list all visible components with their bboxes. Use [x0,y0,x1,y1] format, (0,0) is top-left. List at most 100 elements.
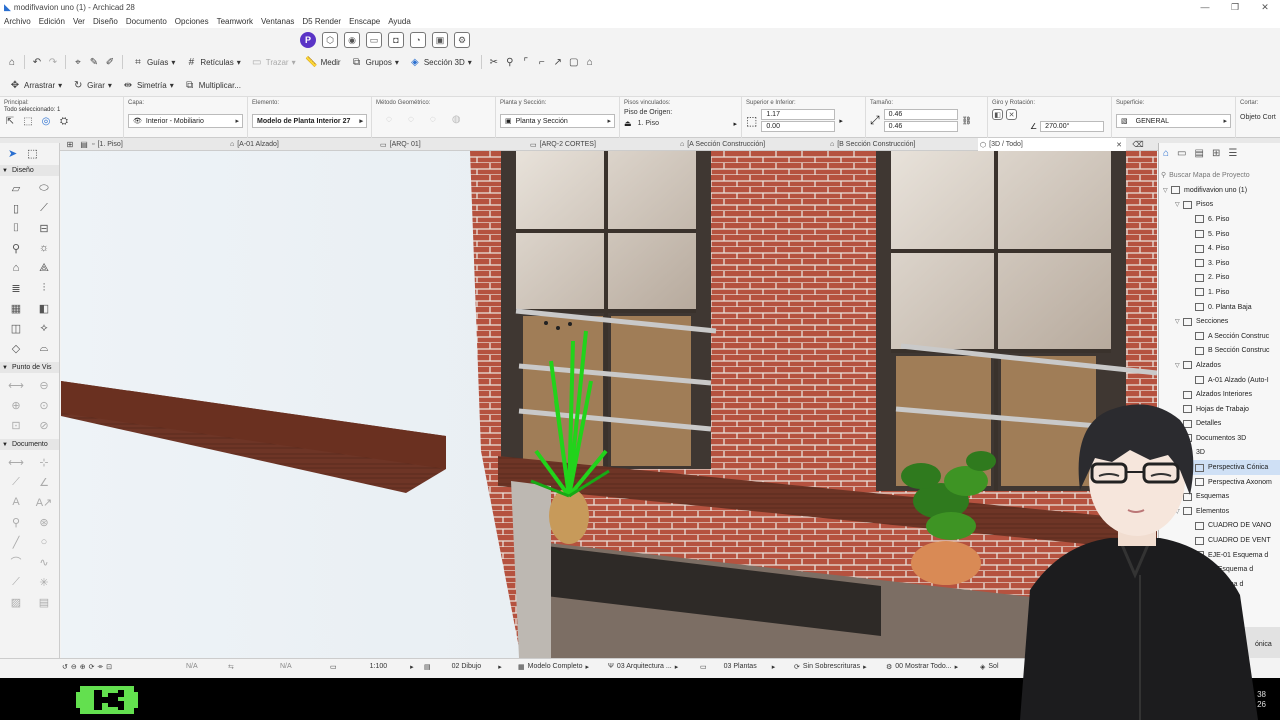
fit-window-icon[interactable]: ⊡ [106,663,112,671]
project-map-item[interactable]: 1. Piso [1159,285,1280,300]
layer-dropdown[interactable]: 👁 Interior - Mobiliario ▸ [128,114,243,128]
level-dimension-tool-icon[interactable]: ⊹ [30,454,58,470]
plan-section-dropdown[interactable]: ▣ Planta y Sección ▸ [500,114,615,128]
fill-tool-icon[interactable]: ⊛ [30,514,58,530]
gauge-icon[interactable]: ◔ [410,32,426,48]
project-map-icon[interactable]: ⌂ [1163,148,1169,159]
detail-tool-icon[interactable]: ⊡ [2,417,30,433]
mesh-tool-icon[interactable]: ◫ [2,320,30,336]
adjust-icon[interactable]: ▢ [568,56,580,68]
section-3d-button[interactable]: ◈ Sección 3D ▾ [406,54,475,70]
tab-b-seccion[interactable]: ⌂ [B Sección Construcción] [828,138,974,151]
lamp-tool-icon[interactable]: ☼ [30,240,58,256]
project-map-item[interactable]: 0. Planta Baja [1159,300,1280,315]
camera-icon[interactable]: ◘ [388,32,404,48]
mirror-button[interactable]: ⇹ Simetría ▾ [119,77,177,93]
expand-triangle-icon[interactable]: ▽ [1175,362,1183,369]
menu-ayuda[interactable]: Ayuda [388,17,411,26]
menu-teamwork[interactable]: Teamwork [217,17,253,26]
layout-book-icon[interactable]: ▤ [1195,148,1204,159]
rotate-button[interactable]: ↻ Girar ▾ [69,77,115,93]
cut-value[interactable]: Objeto Cort [1240,114,1276,121]
section-documento[interactable]: ▼ Documento [0,439,59,450]
top-input[interactable]: 1.17 [761,109,836,120]
tab-arq2-cortes[interactable]: ▭ [ARQ-2 CORTES] [528,138,674,151]
project-map-item[interactable]: A-01 Alzado (Auto-I [1159,373,1280,388]
section-punto-de-vista[interactable]: ▼ Punto de Vis [0,362,59,373]
roof-tool-icon[interactable]: ⌂ [2,260,30,276]
skylight-tool-icon[interactable]: ◇ [2,340,30,356]
3d-viewport[interactable] [61,151,1157,658]
elevation-tool-icon[interactable]: ⊖ [30,377,58,393]
menu-ventanas[interactable]: Ventanas [261,17,294,26]
dimension-control[interactable]: ▭ 03 Plantas ▸ [700,659,775,675]
project-map-search[interactable]: ⚲ Buscar Mapa de Proyecto [1161,169,1278,181]
expand-triangle-icon[interactable]: ▽ [1175,201,1183,208]
record-icon[interactable]: ◉ [344,32,360,48]
selection-arrow-icon[interactable]: ⇱ [4,115,16,127]
tab-overview-icon[interactable]: ⊞ [64,138,76,150]
text-tool-icon[interactable]: A [2,494,30,510]
change-tool-icon[interactable]: ⊘ [30,417,58,433]
fillet-icon[interactable]: ⌐ [536,56,548,68]
arrow-tool-icon[interactable]: ➤ [8,147,17,160]
tab-a-seccion[interactable]: ⌂ [A Sección Construcción] [678,138,824,151]
find-select-icon[interactable]: ⌖ [72,56,84,68]
gear-icon[interactable]: ⚙ [454,32,470,48]
project-map-item[interactable]: A Sección Construc [1159,329,1280,344]
cube-icon[interactable]: ⬡ [322,32,338,48]
box-icon[interactable]: ▣ [432,32,448,48]
view-map-icon[interactable]: ▭ [1177,148,1186,159]
guides-button[interactable]: ⌗ Guías ▾ [129,54,178,70]
marquee-tool-icon[interactable]: ⬚ [27,147,37,160]
polyline-tool-icon[interactable]: ⟋ [2,574,30,590]
pen-set-control[interactable]: ▤ 02 Dibujo ▸ [424,659,502,675]
dimension-tool-icon[interactable]: ⟷ [2,454,30,470]
circle-tool-icon[interactable]: ○ [30,534,58,550]
project-map-item[interactable]: 3. Piso [1159,256,1280,271]
video-icon[interactable]: ▭ [366,32,382,48]
zone-tool-icon[interactable]: ◧ [30,300,58,316]
magic-wand-icon[interactable]: ⚲ [504,56,516,68]
menu-ver[interactable]: Ver [73,17,85,26]
explore-icon[interactable]: ⌯ [98,663,104,671]
section-tool-icon[interactable]: ⟷ [2,377,30,393]
groups-button[interactable]: ⧉ Grupos ▾ [348,54,402,70]
section-diseno[interactable]: ▼ Diseño [0,165,59,176]
geometry-c-icon[interactable]: ◌ [430,114,436,125]
column-tool-icon[interactable]: ▯ [2,200,30,216]
tab-a01-alzado[interactable]: ⌂ [A-01 Alzado] [228,138,374,151]
figure-tool-icon[interactable]: ▨ [2,594,30,610]
tab-1-piso[interactable]: ▫ [1. Piso] [90,138,226,151]
object-settings-icon[interactable]: ⛭ [58,115,70,127]
tab-3d-todo[interactable]: ⬡ [3D / Todo] ✕ [978,138,1126,151]
label-tool-icon[interactable]: A↗ [30,494,58,510]
undo-icon[interactable]: ↶ [31,56,43,68]
door-tool-icon[interactable]: ⌷ [2,220,30,236]
radial-dimension-tool-icon[interactable]: ⟋ [2,474,30,490]
offset-icon[interactable]: ↗ [552,56,564,68]
drawing-tool-icon[interactable]: ▤ [30,594,58,610]
size-a-input[interactable]: 0.46 [883,109,958,120]
railing-tool-icon[interactable]: ⫶ [30,280,58,296]
project-map-item[interactable]: ▽ modifivavion uno (1) [1159,183,1280,198]
rotation-input[interactable]: 270.00° [1040,121,1105,132]
override-control[interactable]: ⟳ Sin Sobrescrituras ▸ [794,659,867,675]
inject-icon[interactable]: ✐ [104,56,116,68]
morph-tool-icon[interactable]: ⟡ [30,320,58,336]
menu-archivo[interactable]: Archivo [4,17,31,26]
marquee-icon[interactable]: ⬚ [22,115,34,127]
angle-dimension-tool-icon[interactable]: ∠ [30,474,58,490]
drag-button[interactable]: ✥ Arrastrar ▾ [6,77,65,93]
project-map-item[interactable]: 6. Piso [1159,212,1280,227]
trace-button[interactable]: ▭ Trazar ▾ [248,54,299,70]
wall-tool-icon[interactable]: ▱ [2,180,30,196]
mirror-x-icon[interactable]: ◧ [992,109,1003,120]
trim-icon[interactable]: ⌜ [520,56,532,68]
grids-button[interactable]: # Retículas ▾ [182,54,243,70]
model-view-control[interactable]: ▦ Modelo Completo ▸ [518,659,589,675]
beam-tool-icon[interactable]: ⟋ [30,200,58,216]
tab-menu-icon[interactable]: ⌫ [1132,138,1144,150]
mirror-y-icon[interactable]: ✕ [1006,109,1017,120]
expand-triangle-icon[interactable]: ▽ [1175,318,1183,325]
